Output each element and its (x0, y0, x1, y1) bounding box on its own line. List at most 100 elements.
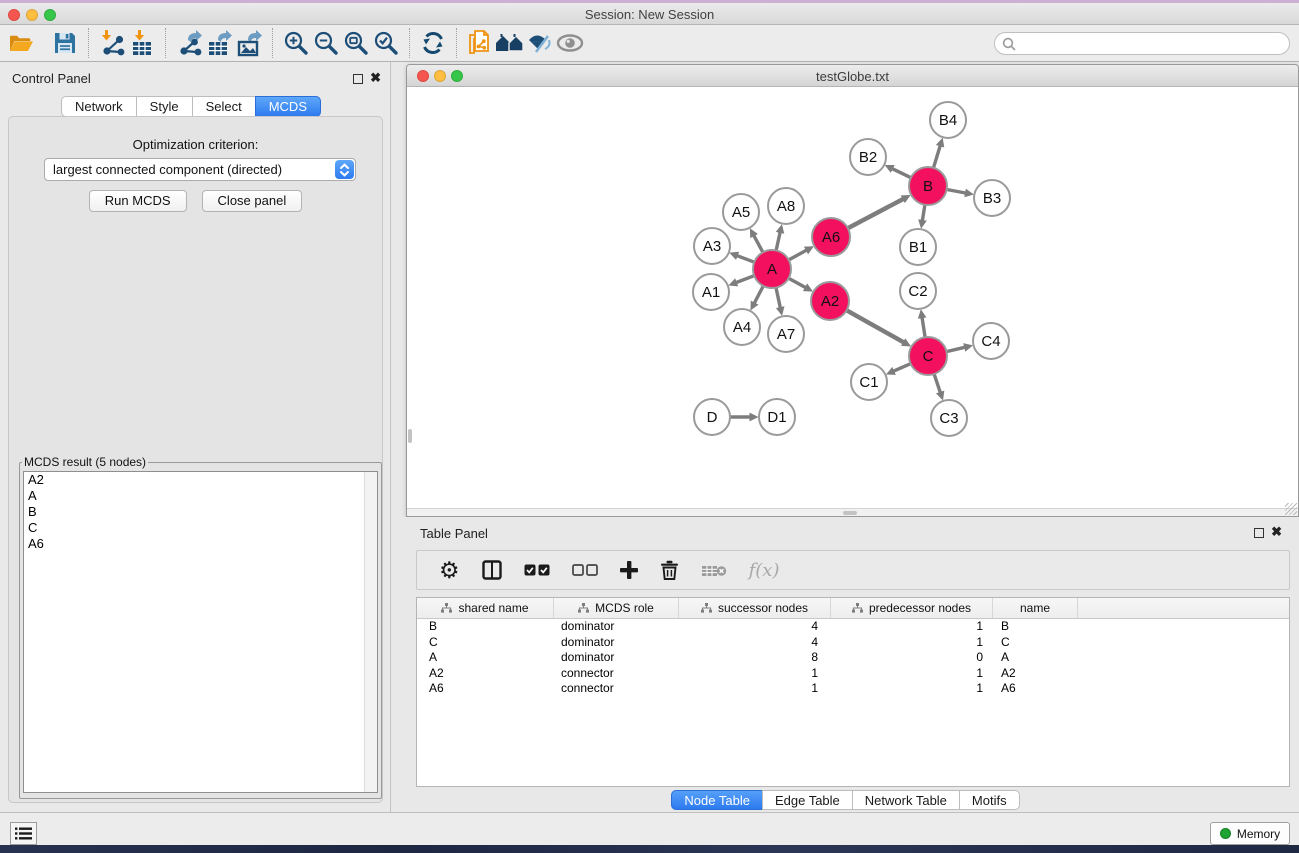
open-session-button[interactable] (6, 28, 36, 58)
graph-node-A5[interactable]: A5 (723, 194, 759, 230)
graph-node-A7[interactable]: A7 (768, 316, 804, 352)
graph-node-B4[interactable]: B4 (930, 102, 966, 138)
refresh-layout-button[interactable] (418, 28, 448, 58)
select-all-button[interactable] (524, 555, 550, 585)
graph-node-A8[interactable]: A8 (768, 188, 804, 224)
new-network-from-selection-button[interactable] (465, 28, 495, 58)
import-table-button[interactable] (127, 28, 157, 58)
graph-node-B3[interactable]: B3 (974, 180, 1010, 216)
graph-edge-C-C1[interactable] (894, 364, 911, 371)
mcds-result-item[interactable]: A2 (24, 472, 377, 488)
graph-edge-A-A5[interactable] (754, 236, 763, 253)
graph-edge-C-C4[interactable] (947, 347, 965, 351)
graph-edge-A-A2[interactable] (789, 278, 806, 287)
delete-column-button[interactable] (660, 555, 679, 585)
float-panel-icon[interactable] (353, 74, 363, 84)
graph-node-A3[interactable]: A3 (694, 228, 730, 264)
graph-edge-A-A8[interactable] (776, 232, 780, 250)
column-header-successor-nodes[interactable]: successor nodes (679, 598, 831, 618)
graph-node-C[interactable]: C (909, 337, 947, 375)
zoom-selected-button[interactable] (371, 28, 401, 58)
graph-edge-A-A1[interactable] (736, 276, 754, 283)
hide-graphics-details-button[interactable] (525, 28, 555, 58)
memory-status-button[interactable]: Memory (1210, 822, 1290, 845)
mcds-result-item[interactable]: C (24, 520, 377, 536)
close-panel-icon[interactable]: ✖ (370, 73, 381, 83)
window-resize-grip[interactable] (1285, 503, 1297, 515)
graph-edge-C-C2[interactable] (922, 318, 925, 338)
table-row[interactable]: A2connector11A2 (417, 666, 1289, 682)
search-input[interactable] (1020, 35, 1289, 53)
graph-node-C1[interactable]: C1 (851, 364, 887, 400)
table-row[interactable]: Bdominator41B (417, 619, 1289, 635)
graph-node-C4[interactable]: C4 (973, 323, 1009, 359)
deselect-all-button[interactable] (572, 555, 598, 585)
delete-table-button[interactable] (701, 555, 727, 585)
mcds-result-list[interactable]: A2ABCA6 (23, 471, 378, 793)
tab-edge-table[interactable]: Edge Table (762, 790, 853, 810)
search-field[interactable] (994, 32, 1290, 55)
graph-edge-A-A7[interactable] (776, 288, 780, 308)
graph-edge-A-A6[interactable] (789, 250, 807, 260)
column-header-shared-name[interactable]: shared name (417, 598, 554, 618)
graph-node-C2[interactable]: C2 (900, 273, 936, 309)
network-graph-canvas[interactable]: B4B2BB3A8A5A6A3B1AC2A1A2A4A7C4CC1DD1C3 (408, 87, 1298, 509)
settings-gear-button[interactable]: ⚙ (439, 555, 460, 585)
graph-node-D[interactable]: D (694, 399, 730, 435)
zoom-out-button[interactable] (311, 28, 341, 58)
graph-edge-A-A3[interactable] (737, 256, 754, 263)
graph-node-D1[interactable]: D1 (759, 399, 795, 435)
mcds-result-item[interactable]: B (24, 504, 377, 520)
graph-edge-B-B2[interactable] (892, 169, 911, 178)
graph-edge-A2-C[interactable] (847, 310, 904, 342)
tab-select[interactable]: Select (192, 96, 256, 117)
tab-style[interactable]: Style (136, 96, 193, 117)
table-row[interactable]: Adominator80A (417, 650, 1289, 666)
graph-edge-A6-B[interactable] (848, 199, 903, 228)
mcds-result-item[interactable]: A6 (24, 536, 377, 552)
graph-node-B[interactable]: B (909, 167, 947, 205)
table-row[interactable]: Cdominator41C (417, 635, 1289, 651)
export-image-button[interactable] (234, 28, 264, 58)
home-button[interactable] (495, 28, 525, 58)
network-vertical-scroll-thumb[interactable] (408, 429, 412, 443)
criterion-select[interactable]: largest connected component (directed) (44, 158, 356, 181)
graph-node-A4[interactable]: A4 (724, 309, 760, 345)
show-graphics-details-button[interactable] (555, 28, 585, 58)
save-session-button[interactable] (50, 28, 80, 58)
zoom-in-button[interactable] (281, 28, 311, 58)
column-header-name[interactable]: name (993, 598, 1078, 618)
tab-mcds[interactable]: MCDS (255, 96, 321, 117)
export-network-button[interactable] (174, 28, 204, 58)
function-builder-button[interactable]: f(x) (749, 555, 780, 585)
mcds-result-item[interactable]: A (24, 488, 377, 504)
graph-edge-B-B3[interactable] (947, 190, 966, 194)
import-network-button[interactable] (97, 28, 127, 58)
graph-edge-B-B1[interactable] (922, 205, 925, 221)
close-panel-button[interactable]: Close panel (202, 190, 303, 212)
table-row[interactable]: A6connector11A6 (417, 681, 1289, 697)
tab-node-table[interactable]: Node Table (671, 790, 763, 810)
graph-node-B1[interactable]: B1 (900, 229, 936, 265)
graph-edge-C-C3[interactable] (934, 374, 940, 392)
run-mcds-button[interactable]: Run MCDS (89, 190, 187, 212)
add-column-button[interactable] (620, 555, 638, 585)
zoom-fit-button[interactable] (341, 28, 371, 58)
graph-edge-A-A4[interactable] (754, 286, 763, 303)
tab-network-table[interactable]: Network Table (852, 790, 960, 810)
export-table-button[interactable] (204, 28, 234, 58)
close-table-panel-icon[interactable]: ✖ (1271, 527, 1282, 537)
graph-node-A2[interactable]: A2 (811, 282, 849, 320)
graph-node-A6[interactable]: A6 (812, 218, 850, 256)
tab-motifs[interactable]: Motifs (959, 790, 1020, 810)
tab-network[interactable]: Network (61, 96, 137, 117)
result-list-scrollbar[interactable] (364, 472, 377, 792)
graph-node-C3[interactable]: C3 (931, 400, 967, 436)
graph-node-B2[interactable]: B2 (850, 139, 886, 175)
split-columns-button[interactable] (482, 555, 502, 585)
float-table-panel-icon[interactable] (1254, 528, 1264, 538)
network-horizontal-scroll-thumb[interactable] (843, 511, 857, 515)
network-horizontal-scrollbar[interactable] (407, 508, 1298, 516)
task-history-button[interactable] (10, 822, 37, 845)
graph-node-A1[interactable]: A1 (693, 274, 729, 310)
